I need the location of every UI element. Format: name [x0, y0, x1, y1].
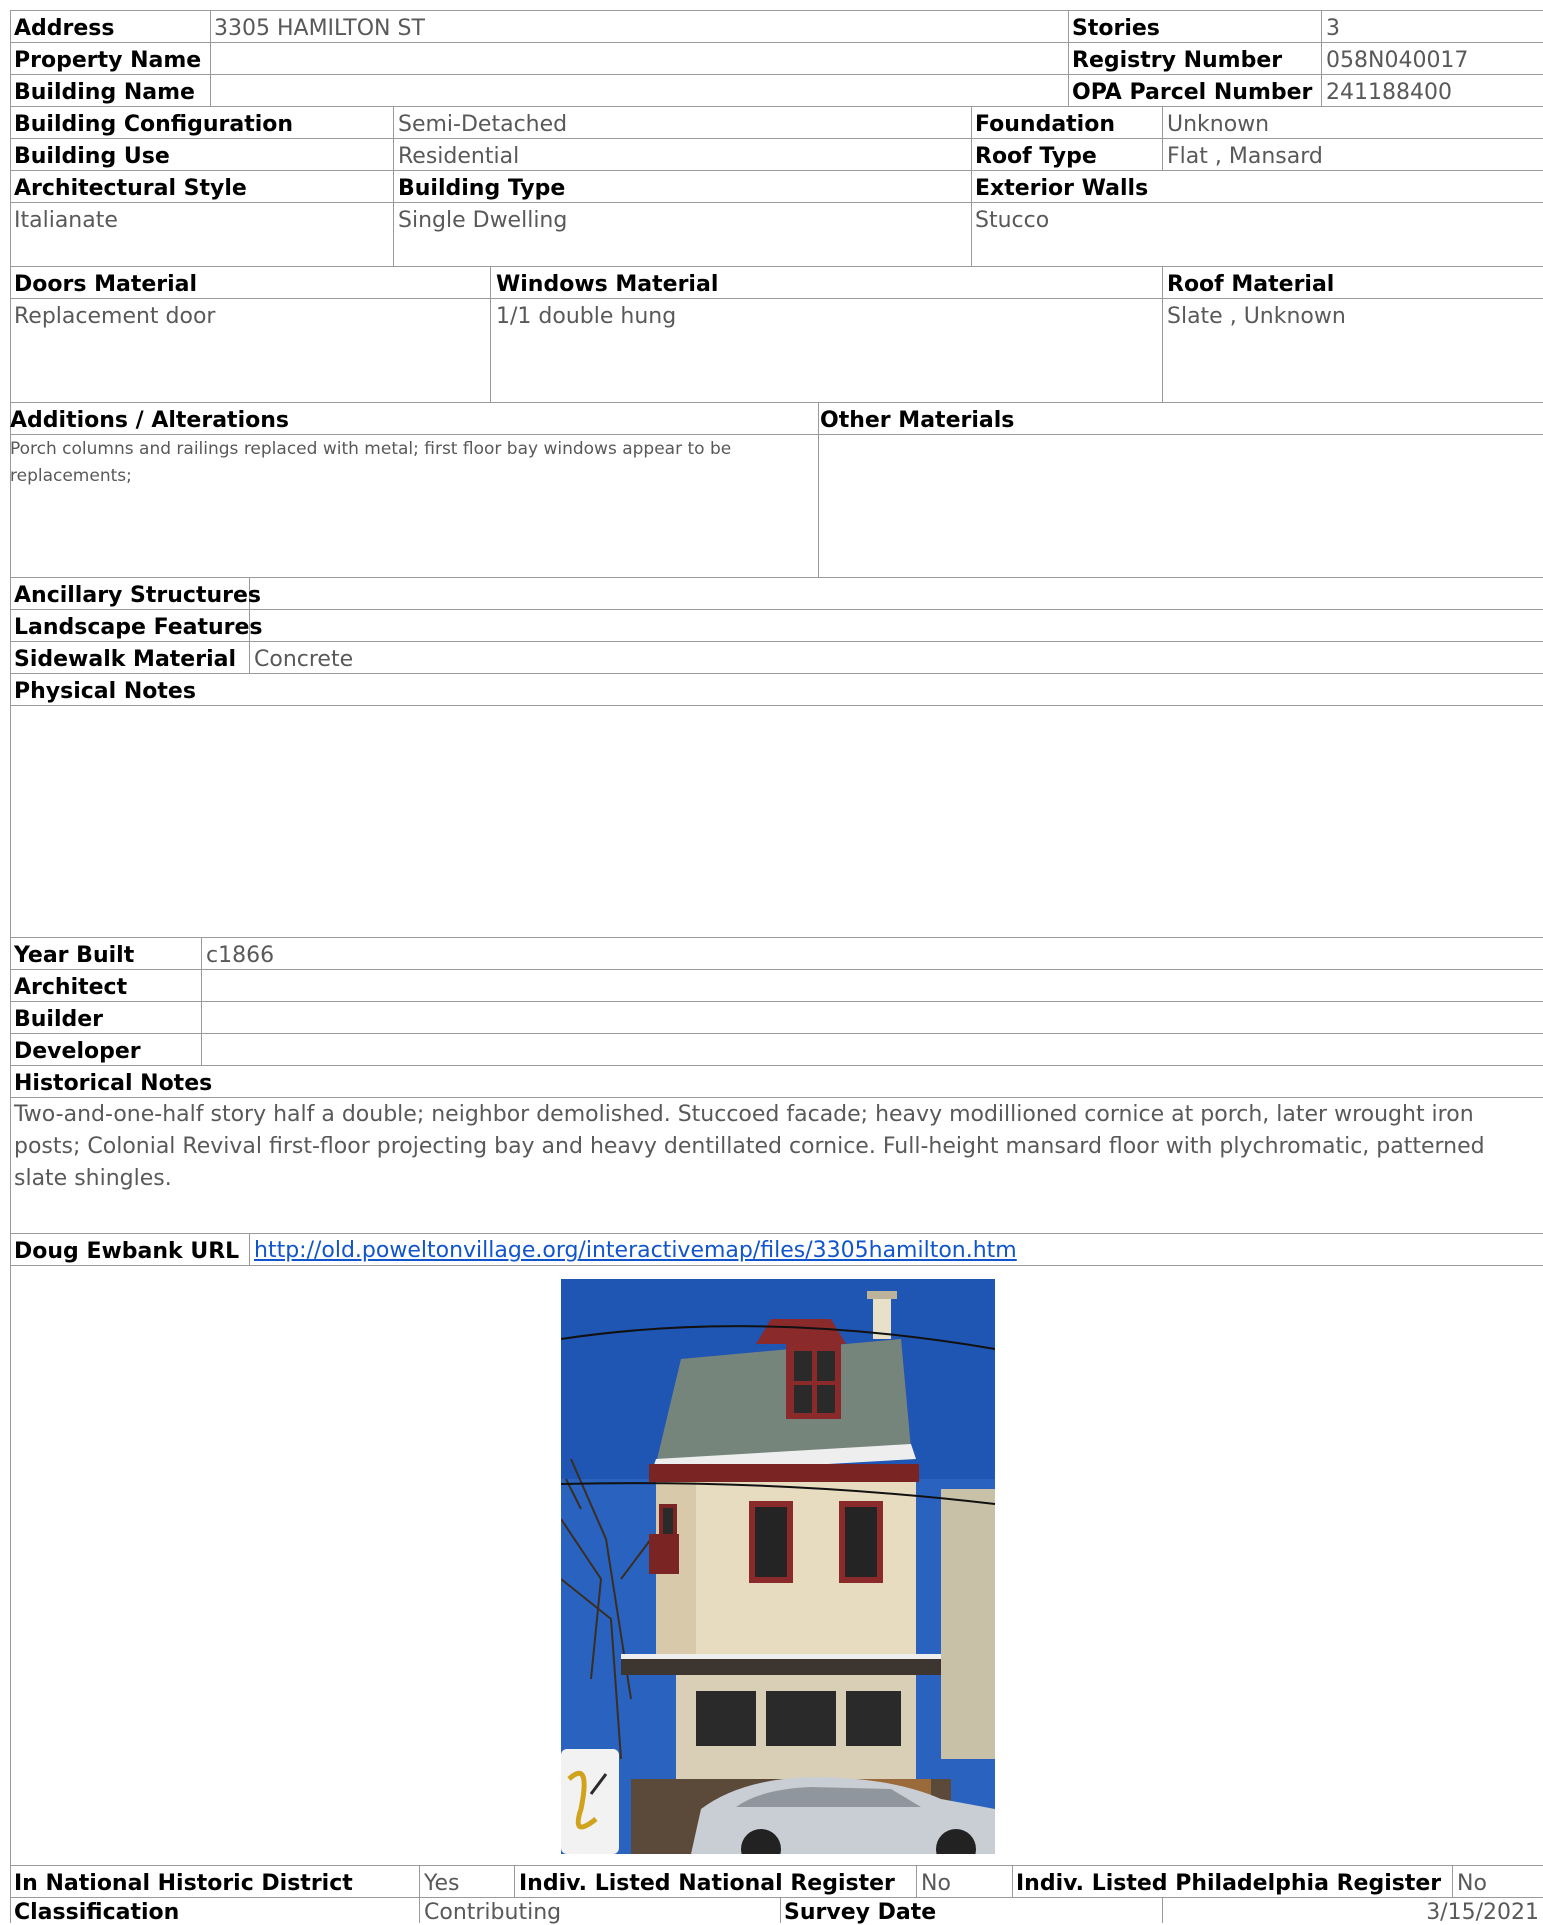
survey-date-label: Survey Date: [784, 1900, 937, 1925]
classification-value: Contributing: [424, 1900, 562, 1925]
building-name-label: Building Name: [14, 80, 195, 105]
classification-label: Classification: [14, 1900, 180, 1925]
architect-label: Architect: [14, 975, 128, 1000]
additions-value: Porch columns and railings replaced with…: [10, 439, 732, 486]
registry-number-value: 058N040017: [1326, 48, 1469, 73]
building-configuration-value: Semi-Detached: [398, 112, 568, 137]
additions-label: Additions / Alterations: [10, 408, 289, 433]
registry-number-label: Registry Number: [1072, 48, 1283, 73]
building-photo-drawing: [561, 1279, 995, 1854]
doug-ewbank-url-label: Doug Ewbank URL: [14, 1239, 240, 1264]
doors-material-value: Replacement door: [14, 304, 216, 329]
opa-parcel-label: OPA Parcel Number: [1072, 80, 1313, 105]
historical-notes-value: Two-and-one-half story half a double; ne…: [14, 1102, 1485, 1191]
sidewalk-material-value: Concrete: [254, 647, 354, 672]
building-photo: [561, 1279, 995, 1854]
national-district-value: Yes: [424, 1871, 460, 1896]
building-use-value: Residential: [398, 144, 520, 169]
other-materials-label: Other Materials: [820, 408, 1015, 433]
architectural-style-label: Architectural Style: [14, 176, 247, 201]
foundation-label: Foundation: [975, 112, 1116, 137]
developer-label: Developer: [14, 1039, 141, 1064]
building-type-value: Single Dwelling: [398, 208, 568, 233]
opa-parcel-value: 241188400: [1326, 80, 1452, 105]
exterior-walls-label: Exterior Walls: [975, 176, 1149, 201]
address-value: 3305 HAMILTON ST: [214, 16, 425, 41]
builder-label: Builder: [14, 1007, 104, 1032]
roof-type-value: Flat , Mansard: [1167, 144, 1323, 169]
windows-material-value: 1/1 double hung: [496, 304, 677, 329]
indiv-national-value: No: [921, 1871, 951, 1896]
doug-ewbank-url-link[interactable]: http://old.poweltonvillage.org/interacti…: [254, 1240, 1017, 1262]
landscape-features-label: Landscape Features: [14, 615, 263, 640]
indiv-national-label: Indiv. Listed National Register: [519, 1871, 895, 1896]
architectural-style-value: Italianate: [14, 208, 118, 233]
national-district-label: In National Historic District: [14, 1871, 353, 1896]
historical-notes-label: Historical Notes: [14, 1071, 213, 1096]
stories-label: Stories: [1072, 16, 1160, 41]
exterior-walls-value: Stucco: [975, 208, 1050, 233]
physical-notes-label: Physical Notes: [14, 679, 196, 704]
building-use-label: Building Use: [14, 144, 170, 169]
building-type-label: Building Type: [398, 176, 566, 201]
survey-date-value: 3/15/2021: [1426, 1900, 1539, 1925]
foundation-value: Unknown: [1167, 112, 1270, 137]
windows-material-label: Windows Material: [496, 272, 719, 297]
roof-material-value: Slate , Unknown: [1167, 304, 1346, 329]
sidewalk-material-label: Sidewalk Material: [14, 647, 237, 672]
year-built-value: c1866: [206, 943, 275, 968]
address-label: Address: [14, 16, 115, 41]
stories-value: 3: [1326, 16, 1340, 41]
roof-material-label: Roof Material: [1167, 272, 1335, 297]
year-built-label: Year Built: [14, 943, 135, 968]
indiv-philadelphia-value: No: [1457, 1871, 1487, 1896]
indiv-philadelphia-label: Indiv. Listed Philadelphia Register: [1016, 1871, 1442, 1896]
property-name-label: Property Name: [14, 48, 202, 73]
doors-material-label: Doors Material: [14, 272, 198, 297]
ancillary-structures-label: Ancillary Structures: [14, 583, 262, 608]
building-configuration-label: Building Configuration: [14, 112, 294, 137]
roof-type-label: Roof Type: [975, 144, 1097, 169]
